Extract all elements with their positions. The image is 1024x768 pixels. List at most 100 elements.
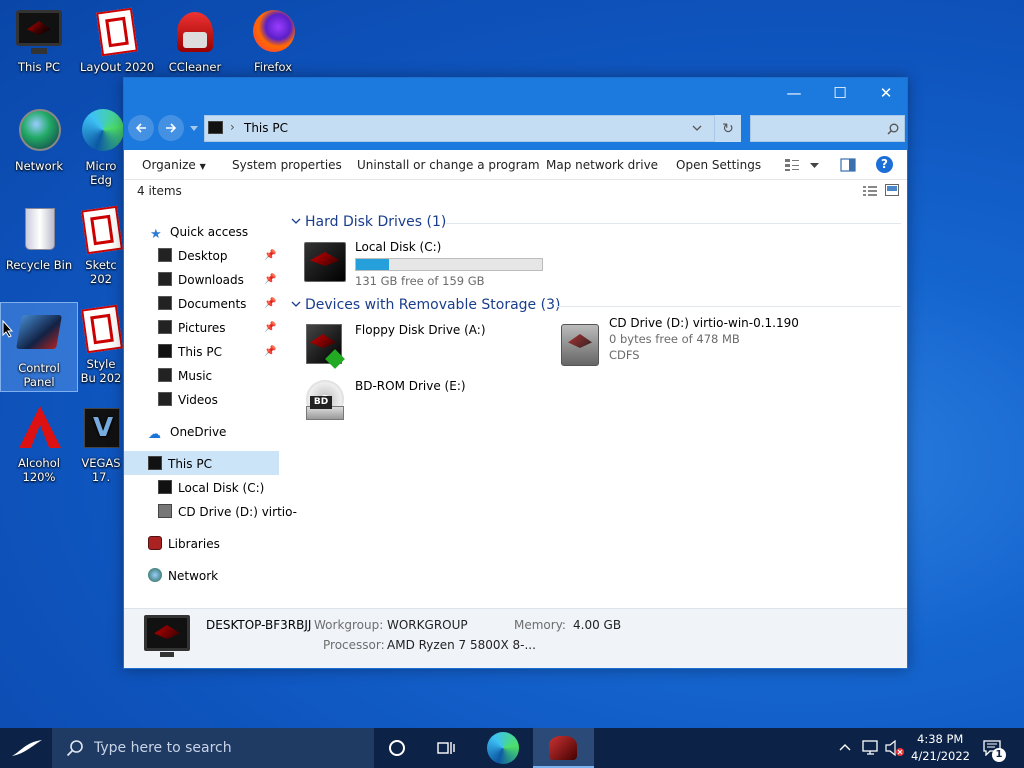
start-button[interactable] [0, 728, 52, 768]
title-bar[interactable]: — ☐ ✕ [124, 78, 907, 108]
nav-downloads[interactable]: Downloads [158, 268, 244, 292]
forward-arrow-icon [166, 123, 177, 133]
clock-time[interactable]: 4:38 PM [917, 732, 963, 746]
breadcrumb-this-pc[interactable]: This PC [244, 121, 288, 135]
memory-label: Memory: [514, 618, 566, 632]
cortana-button[interactable] [376, 728, 418, 768]
desktop-icon-recycle-bin[interactable]: Recycle Bin [0, 200, 78, 290]
taskbar-edge-button[interactable] [480, 728, 526, 768]
desktop-icon-label: Sketc 202 [85, 258, 117, 286]
nav-onedrive[interactable]: ☁ OneDrive [148, 420, 226, 444]
downloads-folder-icon [158, 272, 172, 286]
desktop-icon-edge[interactable]: Micro Edg [78, 101, 124, 191]
collapse-group-chevron-icon[interactable] [291, 301, 301, 308]
nav-cd-drive[interactable]: CD Drive (D:) virtio- [158, 500, 297, 524]
nav-local-disk[interactable]: Local Disk (C:) [158, 476, 264, 500]
computer-icon [144, 615, 190, 659]
search-input[interactable] [755, 119, 875, 138]
cd-drive-icon[interactable] [558, 322, 604, 370]
task-view-icon [437, 742, 455, 754]
collapse-group-chevron-icon[interactable] [291, 218, 301, 225]
cd-drive-name[interactable]: CD Drive (D:) virtio-win-0.1.190 [609, 316, 799, 330]
desktop-icon-label: Network [14, 159, 64, 173]
task-view-button[interactable] [424, 728, 468, 768]
vegas-icon [78, 404, 124, 452]
pin-icon[interactable]: 📌 [264, 274, 276, 285]
nav-videos[interactable]: Videos [158, 388, 218, 412]
back-button[interactable] [128, 115, 154, 141]
refresh-button[interactable]: ↻ [714, 115, 741, 142]
nav-music[interactable]: Music [158, 364, 212, 388]
nav-documents[interactable]: Documents [158, 292, 246, 316]
desktop-icon-style-builder[interactable]: Style Bu 202 [78, 299, 124, 389]
large-icons-view-icon[interactable] [885, 184, 899, 196]
forward-button[interactable] [158, 115, 184, 141]
desktop-icon-control-panel[interactable]: Control Panel [0, 302, 78, 392]
workgroup-label: Workgroup: [314, 618, 384, 632]
close-button[interactable]: ✕ [863, 78, 909, 108]
nav-this-pc-pinned[interactable]: This PC [158, 340, 222, 364]
group-header-removable-storage[interactable]: Devices with Removable Storage (3) [305, 297, 560, 313]
taskbar-search-box[interactable]: Type here to search [52, 728, 374, 768]
local-disk-name[interactable]: Local Disk (C:) [355, 240, 441, 254]
minimize-button[interactable]: — [771, 78, 817, 108]
address-bar[interactable]: › This PC [204, 115, 741, 142]
memory-value: 4.00 GB [573, 618, 622, 632]
bd-badge: BD [310, 396, 332, 409]
sketchup-icon [78, 205, 124, 255]
recent-locations-chevron-icon[interactable] [190, 126, 198, 132]
search-box[interactable] [750, 115, 905, 142]
pin-icon[interactable]: 📌 [264, 346, 276, 357]
nav-desktop[interactable]: Desktop [158, 244, 228, 268]
help-icon[interactable]: ? [876, 156, 893, 173]
desktop-icon-label: Control Panel [18, 361, 60, 389]
local-disk-drive-icon[interactable] [302, 238, 348, 286]
desktop-icon-alcohol[interactable]: Alcohol 120% [0, 398, 78, 488]
show-hidden-icons-chevron-icon[interactable] [839, 743, 851, 751]
details-view-icon[interactable] [862, 185, 878, 197]
bd-rom-drive-icon[interactable]: BD [302, 378, 348, 426]
nav-network[interactable]: Network [148, 564, 218, 588]
address-dropdown-chevron-icon[interactable] [692, 125, 702, 132]
nav-pictures[interactable]: Pictures [158, 316, 226, 340]
system-properties-button[interactable]: System properties [232, 150, 342, 180]
action-center-button[interactable]: 1 [980, 736, 1010, 764]
organize-button[interactable]: Organize ▼ [142, 150, 206, 180]
pin-icon[interactable]: 📌 [264, 250, 276, 261]
map-network-drive-button[interactable]: Map network drive [546, 150, 658, 180]
desktop-icon-this-pc[interactable]: This PC [0, 2, 78, 92]
cd-drive-free-space: 0 bytes free of 478 MB [609, 332, 740, 346]
nav-this-pc[interactable]: This PC [148, 452, 212, 476]
processor-value: AMD Ryzen 7 5800X 8-... [387, 638, 536, 652]
volume-muted-icon[interactable] [885, 740, 905, 757]
this-pc-small-icon [158, 344, 172, 358]
pin-icon[interactable]: 📌 [264, 298, 276, 309]
content-pane: Hard Disk Drives (1) Local Disk (C:) 131… [286, 208, 906, 608]
open-settings-button[interactable]: Open Settings [676, 150, 761, 180]
group-header-hard-disk-drives[interactable]: Hard Disk Drives (1) [305, 214, 446, 230]
desktop-icon-label: Firefox [253, 60, 293, 74]
maximize-button[interactable]: ☐ [817, 78, 863, 108]
bd-rom-drive-name[interactable]: BD-ROM Drive (E:) [355, 379, 466, 393]
layout-app-icon [93, 7, 141, 57]
nav-quick-access[interactable]: ★ Quick access [150, 220, 248, 244]
processor-label: Processor: [323, 638, 385, 652]
change-view-icon[interactable] [784, 158, 800, 172]
desktop-icon-vegas[interactable]: VEGAS 17. [78, 398, 124, 488]
firefox-icon [249, 8, 297, 56]
back-arrow-icon [135, 123, 146, 133]
clock-date[interactable]: 4/21/2022 [911, 749, 970, 763]
desktop-icon-sketchup[interactable]: Sketc 202 [78, 200, 124, 290]
notification-count-badge: 1 [992, 748, 1006, 762]
pin-icon[interactable]: 📌 [264, 322, 276, 333]
file-explorer-window: — ☐ ✕ › This PC ↻ Organize ▼ System prop… [123, 77, 908, 669]
nav-libraries[interactable]: Libraries [148, 532, 220, 556]
floppy-drive-icon[interactable] [302, 322, 348, 370]
view-dropdown-chevron-icon[interactable] [810, 163, 819, 169]
taskbar-file-explorer-button[interactable] [533, 728, 594, 768]
uninstall-program-button[interactable]: Uninstall or change a program [357, 150, 540, 180]
desktop-icon-network[interactable]: Network [0, 101, 78, 191]
preview-pane-icon[interactable] [840, 158, 856, 172]
floppy-drive-name[interactable]: Floppy Disk Drive (A:) [355, 323, 486, 337]
network-status-icon[interactable] [862, 740, 880, 756]
